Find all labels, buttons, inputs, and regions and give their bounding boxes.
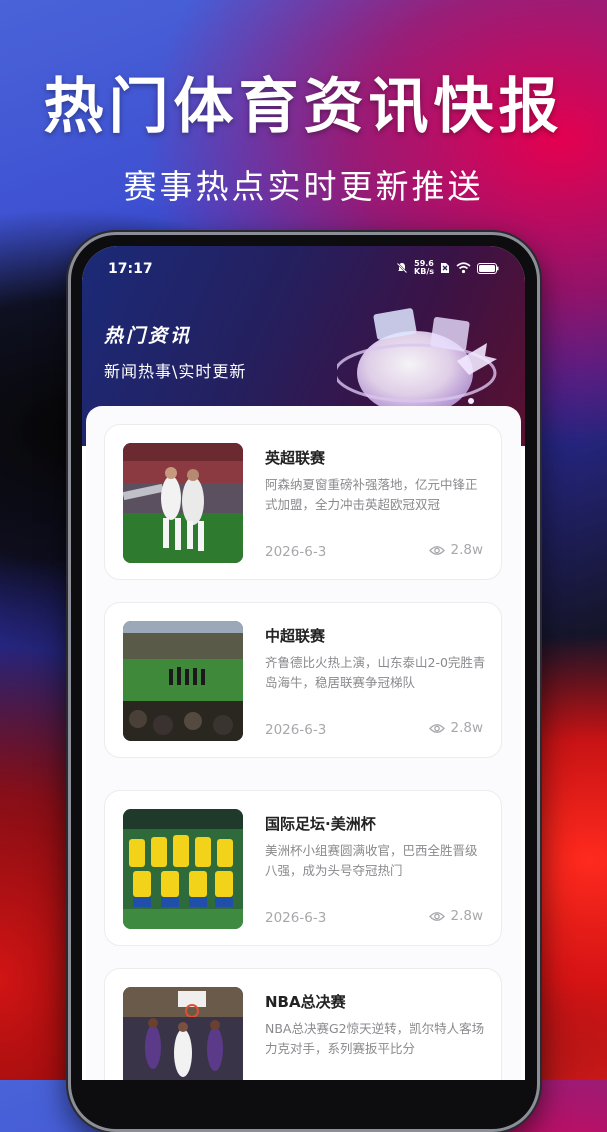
news-thumbnail-image [123, 621, 243, 741]
news-title: 中超联赛 [265, 627, 326, 645]
news-card[interactable]: 英超联赛 阿森纳夏窗重磅补强落地，亿元中锋正式加盟，全力冲击英超欧冠双冠 202… [104, 424, 502, 580]
status-bar: 17:17 59.6 KB/s [82, 246, 525, 292]
eye-icon [429, 723, 446, 733]
news-desc: 美洲杯小组赛圆满收官，巴西全胜晋级八强，成为头号夺冠热门 [265, 843, 478, 878]
news-views: 2.8w [429, 720, 483, 736]
news-views: 2.8w [429, 908, 483, 924]
news-card[interactable]: NBA总决赛 NBA总决赛G2惊天逆转，凯尔特人客场力克对手，系列赛扳平比分 [104, 968, 502, 1080]
news-views-count: 2.8w [450, 542, 483, 558]
mute-icon [396, 262, 408, 274]
news-views: 2.8w [429, 542, 483, 558]
news-thumbnail-image [123, 987, 243, 1080]
status-time: 17:17 [108, 261, 153, 277]
globe-illustration-icon [337, 308, 497, 415]
news-card[interactable]: 中超联赛 齐鲁德比火热上演，山东泰山2-0完胜青岛海牛，稳居联赛争冠梯队 202… [104, 602, 502, 758]
news-thumbnail-image [123, 443, 243, 563]
news-thumbnail-image [123, 809, 243, 929]
battery-icon [477, 262, 499, 274]
eye-icon [429, 545, 446, 555]
net-speed: 59.6 KB/s [414, 259, 434, 276]
news-date: 2026-6-3 [265, 722, 327, 738]
wifi-icon [456, 262, 471, 274]
hero-subtitle: 赛事热点实时更新推送 [123, 167, 484, 206]
app-title: 热门资讯 [104, 325, 193, 347]
sim-icon [441, 263, 449, 273]
app-subtitle: 新闻热事\实时更新 [104, 362, 247, 381]
news-date: 2026-6-3 [265, 544, 327, 560]
news-title: 国际足坛·美洲杯 [265, 815, 376, 833]
news-title: NBA总决赛 [265, 993, 346, 1011]
eye-icon [429, 911, 446, 921]
news-desc: 齐鲁德比火热上演，山东泰山2-0完胜青岛海牛，稳居联赛争冠梯队 [265, 655, 486, 690]
news-views-count: 2.8w [450, 720, 483, 736]
news-views-count: 2.8w [450, 908, 483, 924]
news-card[interactable]: 国际足坛·美洲杯 美洲杯小组赛圆满收官，巴西全胜晋级八强，成为头号夺冠热门 20… [104, 790, 502, 946]
hero-title: 热门体育资讯快报 [43, 72, 564, 142]
news-desc: 阿森纳夏窗重磅补强落地，亿元中锋正式加盟，全力冲击英超欧冠双冠 [265, 477, 478, 512]
news-list: 英超联赛 阿森纳夏窗重磅补强落地，亿元中锋正式加盟，全力冲击英超欧冠双冠 202… [86, 406, 521, 1080]
news-date: 2026-6-3 [265, 910, 327, 926]
phone-screen: 17:17 59.6 KB/s 热门资讯 新闻热事\实时更新 英超联赛 阿森纳夏… [82, 246, 525, 1080]
news-desc: NBA总决赛G2惊天逆转，凯尔特人客场力克对手，系列赛扳平比分 [265, 1021, 485, 1056]
status-icons: 59.6 KB/s [396, 260, 499, 276]
news-title: 英超联赛 [265, 449, 326, 467]
